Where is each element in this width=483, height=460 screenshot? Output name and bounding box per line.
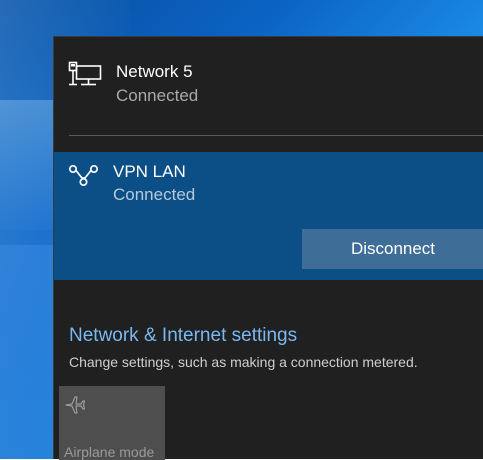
network-settings-description: Change settings, such as making a connec… bbox=[69, 354, 418, 370]
airplane-mode-label: Airplane mode bbox=[64, 444, 155, 460]
disconnect-button[interactable]: Disconnect bbox=[302, 229, 483, 269]
vpn-name: VPN LAN bbox=[113, 162, 186, 181]
wired-network-icon bbox=[68, 61, 102, 86]
network-list-item[interactable]: Network 5 Connected bbox=[54, 37, 483, 135]
wallpaper-light-pane bbox=[0, 100, 60, 230]
network-flyout: Network 5 Connected VPN LAN Connected Di… bbox=[53, 36, 483, 460]
airplane-mode-tile[interactable]: Airplane mode bbox=[59, 386, 165, 460]
network-name: Network 5 bbox=[116, 62, 193, 81]
airplane-icon bbox=[65, 396, 86, 414]
vpn-status: Connected bbox=[113, 185, 196, 204]
wallpaper-light-pane bbox=[0, 245, 60, 459]
network-settings-link[interactable]: Network & Internet settings bbox=[69, 325, 297, 347]
vpn-list-item[interactable]: VPN LAN Connected Disconnect bbox=[54, 152, 483, 280]
network-status: Connected bbox=[116, 86, 199, 105]
divider bbox=[69, 135, 483, 136]
vpn-icon bbox=[68, 164, 99, 187]
